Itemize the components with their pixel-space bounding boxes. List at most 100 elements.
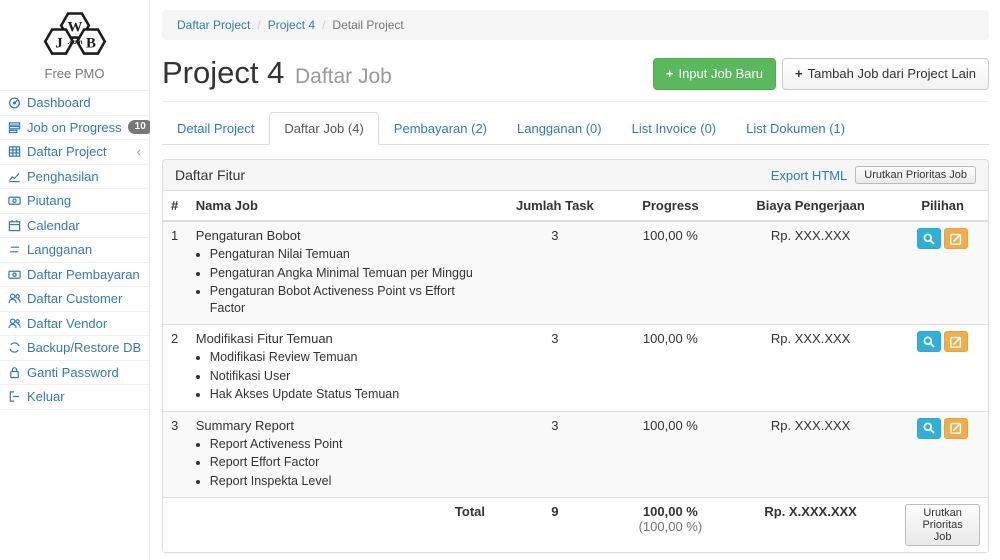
job-name: Pengaturan Bobot bbox=[196, 228, 485, 243]
row-num: 3 bbox=[163, 411, 188, 498]
sign-out-icon bbox=[8, 390, 21, 403]
progress-value: 100,00 % bbox=[617, 411, 724, 498]
main-content: Daftar ProjectProject 4Detail Project Pr… bbox=[150, 0, 1000, 560]
tab-pembayaran[interactable]: Pembayaran (2) bbox=[379, 112, 502, 145]
search-icon bbox=[922, 421, 936, 435]
tab-daftar-job[interactable]: Daftar Job (4) bbox=[269, 112, 378, 145]
money-icon bbox=[8, 268, 21, 281]
view-job-button[interactable] bbox=[917, 228, 941, 249]
pencil-square-icon bbox=[949, 335, 963, 349]
view-job-button[interactable] bbox=[917, 418, 941, 439]
column-header-jumlah-task: Jumlah Task bbox=[493, 191, 617, 221]
app-window: W J B .com Free PMO Dashboard Job on Pro… bbox=[0, 0, 1000, 560]
pencil-square-icon bbox=[949, 232, 963, 246]
subtask-item: Report Inspekta Level bbox=[210, 473, 485, 490]
tab-langganan[interactable]: Langganan (0) bbox=[502, 112, 617, 145]
tab-list-dokumen[interactable]: List Dokumen (1) bbox=[731, 112, 860, 145]
view-job-button[interactable] bbox=[917, 331, 941, 352]
urutkan-prioritas-job-button[interactable]: Urutkan Prioritas Job bbox=[905, 504, 980, 546]
tab-detail-project[interactable]: Detail Project bbox=[162, 112, 269, 145]
subtask-item: Pengaturan Nilai Temuan bbox=[210, 246, 485, 263]
subtask-list: Pengaturan Nilai Temuan Pengaturan Angka… bbox=[210, 246, 485, 316]
svg-text:B: B bbox=[85, 35, 95, 51]
task-count: 3 bbox=[493, 221, 617, 325]
subtask-item: Report Effort Factor bbox=[210, 454, 485, 471]
page-title: Project 4 bbox=[162, 55, 284, 90]
page-subtitle: Daftar Job bbox=[295, 65, 392, 88]
sidebar-item-keluar[interactable]: Keluar bbox=[0, 385, 149, 410]
subtask-item: Report Activeness Point bbox=[210, 436, 485, 453]
chevron-left-icon: ‹ bbox=[137, 144, 141, 159]
subtask-item: Notifikasi User bbox=[210, 368, 485, 385]
total-label: Total bbox=[188, 498, 493, 553]
edit-job-button[interactable] bbox=[944, 331, 968, 352]
lock-icon bbox=[8, 366, 21, 379]
row-num: 1 bbox=[163, 221, 188, 325]
cost-value: Rp. XXX.XXX bbox=[724, 325, 897, 412]
total-cost: Rp. X.XXX.XXX bbox=[724, 498, 897, 553]
sidebar-item-label: Penghasilan bbox=[27, 169, 99, 184]
table-icon bbox=[8, 145, 21, 158]
sidebar-item-dashboard[interactable]: Dashboard bbox=[0, 91, 149, 116]
sidebar-item-backup-restore-db[interactable]: Backup/Restore DB bbox=[0, 336, 149, 361]
refresh-icon bbox=[8, 341, 21, 354]
calendar-icon bbox=[8, 219, 21, 232]
total-row: Total 9 100,00 % (100,00 %) Rp. X.XXX.XX… bbox=[163, 498, 988, 553]
sidebar-menu: Dashboard Job on Progress 10 Daftar Proj… bbox=[0, 90, 149, 410]
breadcrumb-project-4[interactable]: Project 4 bbox=[250, 18, 315, 32]
sidebar-item-langganan[interactable]: Langganan bbox=[0, 238, 149, 263]
column-header-pilihan: Pilihan bbox=[897, 191, 988, 221]
sidebar-item-penghasilan[interactable]: Penghasilan bbox=[0, 165, 149, 190]
sidebar-item-job-on-progress[interactable]: Job on Progress 10 bbox=[0, 116, 149, 141]
task-count: 3 bbox=[493, 325, 617, 412]
task-count: 3 bbox=[493, 411, 617, 498]
tambah-job-dari-project-lain-button[interactable]: + Tambah Job dari Project Lain bbox=[782, 58, 989, 90]
page-header: Project 4 Daftar Job + Input Job Baru + … bbox=[162, 49, 989, 102]
edit-job-button[interactable] bbox=[944, 228, 968, 249]
progress-value: 100,00 % bbox=[617, 325, 724, 412]
subtask-item: Pengaturan Angka Minimal Temuan per Ming… bbox=[210, 265, 485, 282]
line-chart-icon bbox=[8, 170, 21, 183]
search-icon bbox=[922, 335, 936, 349]
search-icon bbox=[922, 232, 936, 246]
plus-icon: + bbox=[795, 65, 803, 83]
exchange-icon bbox=[8, 243, 21, 256]
total-progress: 100,00 % (100,00 %) bbox=[617, 498, 724, 553]
column-header-progress: Progress bbox=[617, 191, 724, 221]
jwb-logo-icon: W J B .com bbox=[42, 8, 108, 58]
job-name: Summary Report bbox=[196, 418, 485, 433]
progress-value: 100,00 % bbox=[617, 221, 724, 325]
breadcrumb-daftar-project[interactable]: Daftar Project bbox=[177, 18, 250, 32]
table-row: 1 Pengaturan Bobot Pengaturan Nilai Temu… bbox=[163, 221, 988, 325]
input-job-baru-button[interactable]: + Input Job Baru bbox=[653, 58, 776, 90]
sidebar-item-daftar-pembayaran[interactable]: Daftar Pembayaran bbox=[0, 263, 149, 288]
sidebar-item-label: Keluar bbox=[27, 389, 65, 404]
sidebar-item-calendar[interactable]: Calendar bbox=[0, 214, 149, 239]
subtask-item: Hak Akses Update Status Temuan bbox=[210, 386, 485, 403]
button-label: Input Job Baru bbox=[678, 65, 763, 83]
urutkan-prioritas-job-button[interactable]: Urutkan Prioritas Job bbox=[855, 166, 976, 184]
sidebar-item-daftar-project[interactable]: Daftar Project ‹ bbox=[0, 140, 149, 165]
sidebar-item-ganti-password[interactable]: Ganti Password bbox=[0, 361, 149, 386]
pencil-square-icon bbox=[949, 421, 963, 435]
tab-bar: Detail Project Daftar Job (4) Pembayaran… bbox=[162, 112, 989, 145]
sidebar-item-daftar-customer[interactable]: Daftar Customer bbox=[0, 287, 149, 312]
sidebar-item-daftar-vendor[interactable]: Daftar Vendor bbox=[0, 312, 149, 337]
subtask-list: Modifikasi Review Temuan Notifikasi User… bbox=[210, 349, 485, 403]
tasks-icon bbox=[8, 121, 21, 134]
sidebar-item-piutang[interactable]: Piutang bbox=[0, 189, 149, 214]
export-html-link[interactable]: Export HTML bbox=[771, 168, 848, 183]
tab-list-invoice[interactable]: List Invoice (0) bbox=[617, 112, 732, 145]
sidebar-item-label: Daftar Vendor bbox=[27, 316, 107, 331]
sidebar-item-label: Langganan bbox=[27, 242, 92, 257]
edit-job-button[interactable] bbox=[944, 418, 968, 439]
sidebar-item-label: Daftar Project bbox=[27, 144, 106, 159]
cost-value: Rp. XXX.XXX bbox=[724, 221, 897, 325]
subtask-item: Modifikasi Review Temuan bbox=[210, 349, 485, 366]
dashboard-icon bbox=[8, 96, 21, 109]
brand-name: Free PMO bbox=[0, 66, 149, 81]
panel-title: Daftar Fitur bbox=[175, 167, 245, 183]
sidebar: W J B .com Free PMO Dashboard Job on Pro… bbox=[0, 0, 150, 560]
breadcrumb-detail-project: Detail Project bbox=[315, 18, 404, 32]
svg-text:W: W bbox=[67, 19, 82, 35]
